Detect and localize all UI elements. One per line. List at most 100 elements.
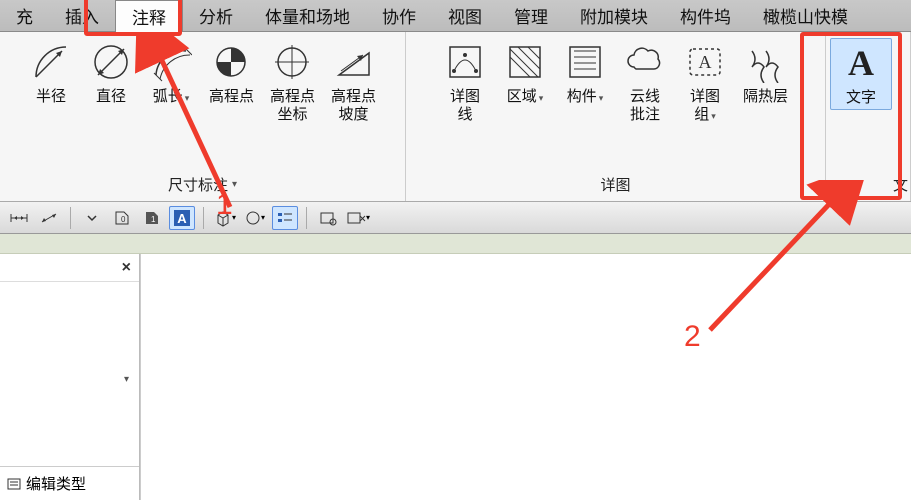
diameter-button[interactable]: 直径 [81,38,141,108]
menu-item-gls[interactable]: 橄榄山快模 [747,0,864,32]
close-icon[interactable]: × [122,259,131,277]
tb-list[interactable] [272,206,298,230]
menu-item-collab[interactable]: 协作 [366,0,432,32]
menu-label: 橄榄山快模 [763,3,848,28]
menu-label: 管理 [514,3,548,28]
component-button[interactable]: 构件▾ [555,38,615,108]
menu-item-gjw[interactable]: 构件坞 [664,0,747,32]
edit-type-label: 编辑类型 [26,473,86,494]
elev-slope-icon [332,40,376,84]
menu-label: 分析 [199,3,233,28]
elev-coord-button[interactable]: 高程点 坐标 [262,38,323,126]
ribbon-group-text: A 文字 文 [826,32,911,201]
tb-tag-filled[interactable]: 1 [139,206,165,230]
menu-item-annotate[interactable]: 注释 [115,0,183,32]
insulation-button[interactable]: 隔热层 [735,38,796,108]
drawing-canvas[interactable] [140,254,911,500]
ribbon-group-body: 详图 线 区域▾ 构件▾ 云线 批注 [406,32,825,170]
arc-label: 弧长▾ [153,88,190,106]
detail-group-icon: A [683,40,727,84]
elev-icon [209,40,253,84]
insulation-label: 隔热层 [743,88,788,106]
side-panel-header: × [0,254,139,282]
ribbon-group-body: A 文字 [826,32,910,170]
text-label: 文字 [846,89,876,107]
ribbon-group-title-dim[interactable]: 尺寸标注▾ [0,170,405,201]
menu-label: 视图 [448,3,482,28]
menubar: 充 插入 注释 分析 体量和场地 协作 视图 管理 附加模块 构件坞 橄榄山快模 [0,0,911,32]
ribbon-group-detail: 详图 线 区域▾ 构件▾ 云线 批注 [406,32,826,201]
ribbon-group-title-text-partial: 文 [826,170,910,201]
elev-slope-button[interactable]: 高程点 坡度 [323,38,384,126]
radius-icon [29,40,73,84]
text-button[interactable]: A 文字 [830,38,892,110]
text-icon: A [839,41,883,85]
ribbon-group-title-detail: 详图 [406,170,825,201]
radius-button[interactable]: 半径 [21,38,81,108]
tb-text-a[interactable]: A [169,206,195,230]
menu-item-insert[interactable]: 插入 [49,0,115,32]
cloud-button[interactable]: 云线 批注 [615,38,675,126]
menu-item-mass[interactable]: 体量和场地 [249,0,366,32]
toolbar-separator [70,207,71,229]
detail-group-button[interactable]: A 详图 组▾ [675,38,735,126]
region-label: 区域▾ [507,88,544,106]
tb-tag-outline[interactable]: 0 [109,206,135,230]
radius-label: 半径 [36,88,66,106]
component-icon [563,40,607,84]
cloud-label: 云线 批注 [630,88,660,124]
tb-circle[interactable]: ▾ [242,206,268,230]
tb-dim-align[interactable] [36,206,62,230]
edit-type-row[interactable]: 编辑类型 [0,466,139,500]
elev-coord-label: 高程点 坐标 [270,88,315,124]
tb-cube[interactable]: ▾ [212,206,238,230]
arc-icon [149,40,193,84]
tb-rect-q[interactable] [315,206,341,230]
side-panel-body[interactable]: ▾ [0,282,139,466]
toolbar-separator [203,207,204,229]
elev-label: 高程点 [209,88,254,106]
detail-line-button[interactable]: 详图 线 [435,38,495,126]
tb-rect-cross[interactable]: ▾ [345,206,371,230]
menu-item-addins[interactable]: 附加模块 [564,0,664,32]
secondary-toolbar: 0 1 A ▾ ▾ ▾ [0,202,911,234]
svg-text:A: A [848,43,874,83]
menu-item-0[interactable]: 充 [0,0,49,32]
menu-item-view[interactable]: 视图 [432,0,498,32]
component-label: 构件▾ [567,88,604,106]
region-icon [503,40,547,84]
edit-type-icon [6,476,22,492]
diameter-label: 直径 [96,88,126,106]
svg-text:0: 0 [121,215,126,224]
menu-item-manage[interactable]: 管理 [498,0,564,32]
detail-line-icon [443,40,487,84]
menu-item-analyze[interactable]: 分析 [183,0,249,32]
detail-line-label: 详图 线 [450,88,480,124]
tb-dim-linear[interactable] [6,206,32,230]
elev-button[interactable]: 高程点 [201,38,262,108]
svg-text:1: 1 [151,215,156,224]
menu-label: 体量和场地 [265,3,350,28]
tb-chevron[interactable] [79,206,105,230]
ribbon: 半径 直径 弧长▾ 高程点 [0,32,911,202]
menu-label: 协作 [382,3,416,28]
region-button[interactable]: 区域▾ [495,38,555,108]
arc-length-button[interactable]: 弧长▾ [141,38,201,108]
ribbon-group-dimension: 半径 直径 弧长▾ 高程点 [0,32,406,201]
svg-text:A: A [177,211,187,226]
insulation-icon [743,40,787,84]
elev-coord-icon [270,40,314,84]
ruler-strip [0,234,911,254]
diameter-icon [89,40,133,84]
menu-label: 充 [16,3,33,28]
elev-slope-label: 高程点 坡度 [331,88,376,124]
menu-label: 插入 [65,3,99,28]
side-panel: × ▾ 编辑类型 [0,254,140,500]
toolbar-separator [306,207,307,229]
svg-text:A: A [698,52,711,72]
menu-label: 注释 [132,4,166,29]
chevron-down-icon[interactable]: ▾ [124,374,129,385]
detail-group-label: 详图 组▾ [690,88,720,124]
lower-area: × ▾ 编辑类型 [0,254,911,500]
cloud-icon [623,40,667,84]
